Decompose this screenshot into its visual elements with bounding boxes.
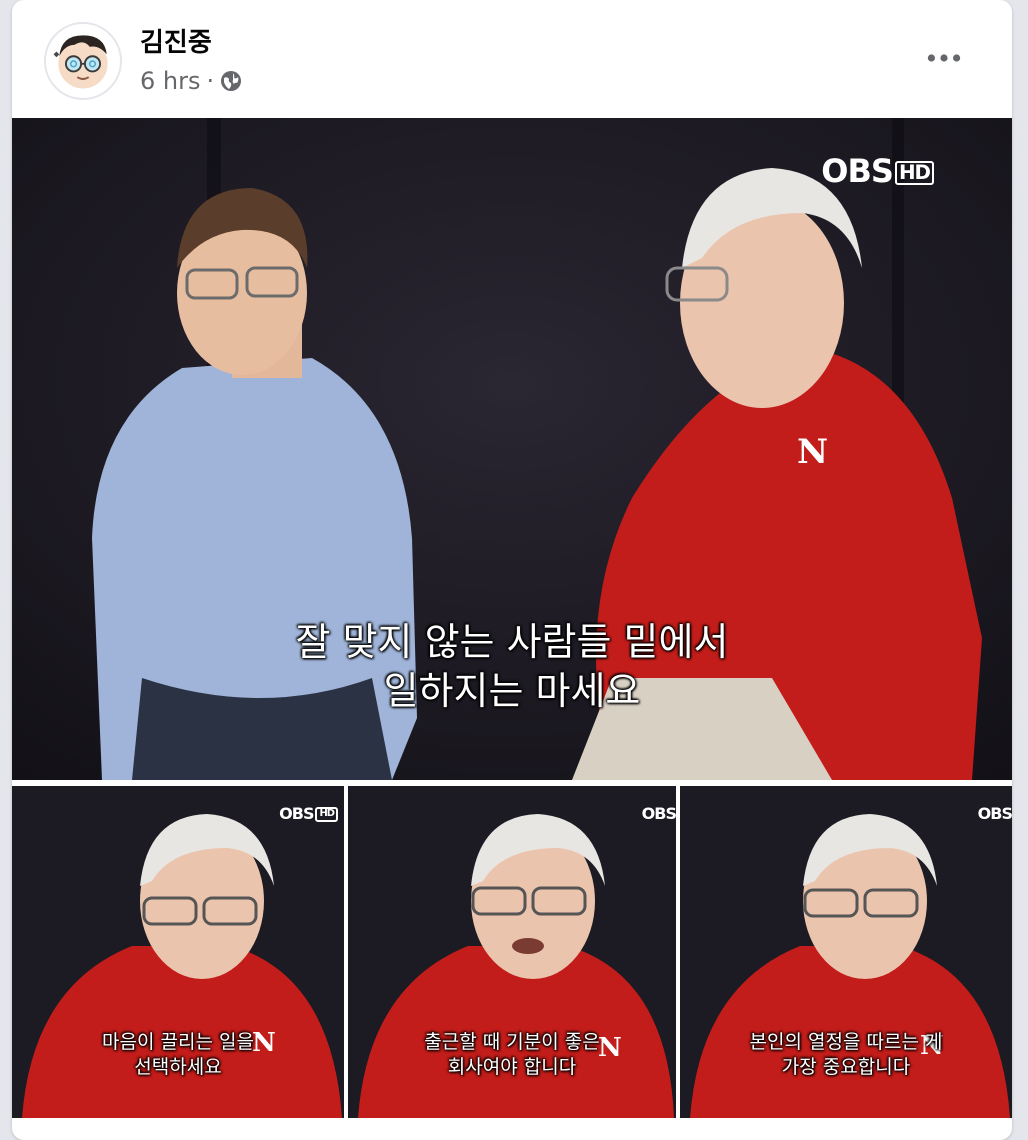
subtitle-line-1: 잘 맞지 않는 사람들 밑에서 — [295, 620, 729, 664]
subtitle-line-2: 선택하세요 — [134, 1055, 222, 1078]
subtitle-line-2: 일하지는 마세요 — [383, 669, 641, 714]
avatar[interactable] — [44, 22, 122, 100]
post-header: 김진중 6 hrs · — [12, 0, 1012, 118]
thumb3-subtitle: 본인의 열정을 따르는 게 가장 중요합니다 — [680, 1030, 1012, 1079]
post-time[interactable]: 6 hrs — [140, 67, 200, 95]
more-options-button[interactable] — [924, 40, 964, 76]
obs-logo: OBS — [977, 804, 1012, 823]
globe-icon[interactable] — [220, 70, 242, 92]
thumb1-subtitle: 마음이 끌리는 일을 선택하세요 — [12, 1030, 344, 1079]
subtitle-line-1: 본인의 열정을 따르는 게 — [749, 1031, 943, 1053]
obs-hd-logo: OBS HD — [279, 804, 338, 823]
obs-hd-logo: OBS HD — [821, 152, 934, 190]
thumb2-subtitle: 출근할 때 기분이 좋은 회사여야 합니다 — [348, 1030, 676, 1079]
main-subtitle: 잘 맞지 않는 사람들 밑에서 일하지는 마세요 — [12, 618, 1012, 717]
cartoon-face-icon — [53, 35, 108, 89]
thumbnail-photo-1[interactable]: N OBS HD 마음이 끌리는 일을 선택하세요 — [12, 786, 344, 1118]
subtitle-line-2: 회사여야 합니다 — [447, 1055, 577, 1078]
main-photo[interactable]: N OBS HD 잘 맞지 않는 사람들 밑에서 일하지는 마세요 — [12, 118, 1012, 780]
subtitle-line-2: 가장 중요합니다 — [781, 1055, 911, 1078]
meta-separator: · — [206, 67, 215, 95]
thumbnail-photo-3[interactable]: N OBS 본인의 열정을 따르는 게 가장 중요합니다 — [680, 786, 1012, 1118]
post-meta: 6 hrs · — [140, 66, 242, 96]
thumbnail-photo-2[interactable]: N OBS 출근할 때 기분이 좋은 회사여야 합니다 — [348, 786, 676, 1118]
author-name[interactable]: 김진중 — [140, 22, 212, 59]
more-horizontal-icon — [927, 54, 961, 62]
subtitle-line-1: 출근할 때 기분이 좋은 — [424, 1031, 600, 1053]
obs-logo: OBS — [641, 804, 676, 823]
post-card: 김진중 6 hrs · N OBS HD 잘 맞지 않는 사람들 밑에서 일하지… — [12, 0, 1012, 1140]
subtitle-line-1: 마음이 끌리는 일을 — [102, 1031, 254, 1053]
svg-text:N: N — [797, 432, 828, 472]
